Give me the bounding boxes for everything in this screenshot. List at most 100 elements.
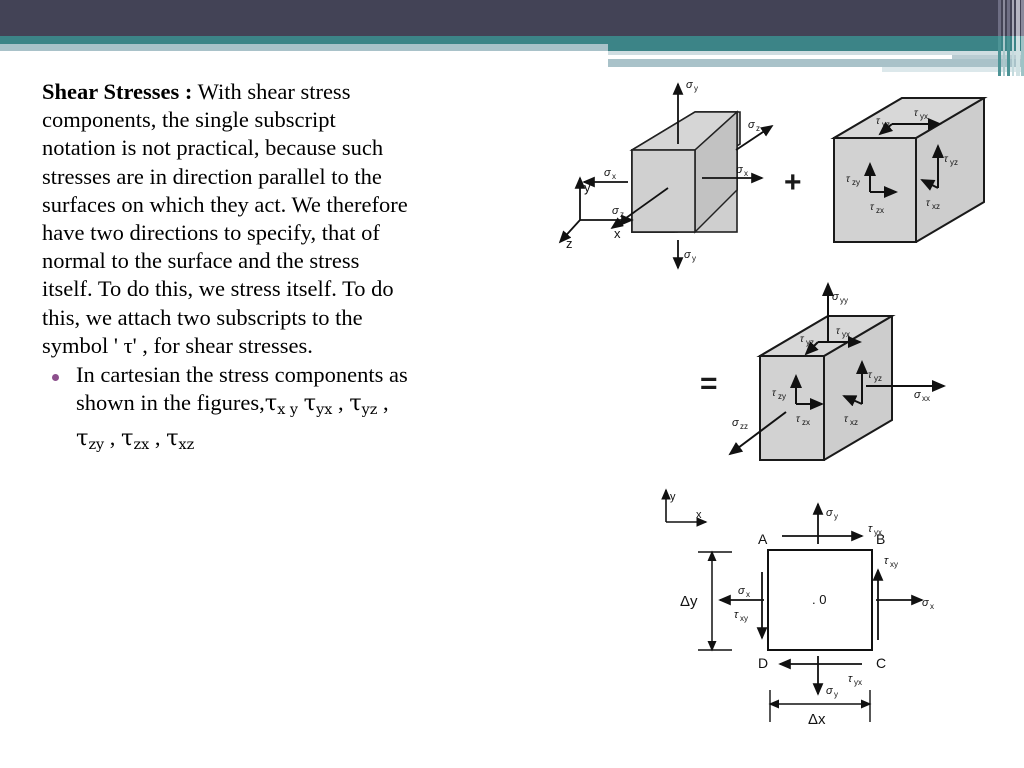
tau-symbol: τ [264, 390, 278, 417]
figure-combined-stress-cube: σ yy σ xx σ zz τ yx τ yz τ zy τ zx τ yz … [726, 280, 986, 470]
header-white-bar-left [0, 59, 608, 67]
svg-text:zy: zy [778, 392, 786, 401]
svg-text:xx: xx [922, 394, 930, 403]
svg-text:zz: zz [740, 422, 748, 431]
svg-text:zx: zx [802, 418, 810, 427]
header-vstripe-teal-3 [1007, 36, 1010, 76]
fig4-corner-c: C [876, 655, 886, 671]
tau-separator: , [149, 425, 167, 451]
paragraph-text: With shear stress components, the single… [42, 79, 408, 358]
svg-text:yz: yz [950, 158, 958, 167]
fig4-axis-label-x: x [696, 509, 702, 521]
tau-symbol: τ [303, 390, 317, 417]
paragraph-heading: Shear Stresses : [42, 79, 193, 104]
svg-text:xy: xy [890, 560, 898, 569]
fig1-label-sigma-y-bottom: σ [684, 249, 691, 261]
fig1-label-sigma-x-left: σ [604, 167, 611, 179]
svg-text:y: y [834, 690, 838, 699]
tau-component-zy: τzy [76, 425, 105, 454]
tau-subscript: yz [361, 402, 378, 419]
svg-text:z: z [620, 210, 624, 219]
svg-text:y: y [834, 512, 838, 521]
header-lightblue-bar-left [0, 44, 608, 51]
fig3-label-sigma-xx: σ [914, 389, 921, 401]
fig1-axis-label-z: z [566, 236, 573, 251]
tau-symbol: τ [349, 390, 362, 417]
tau-subscript: xz [178, 437, 195, 454]
fig4-label-tau-xy-left: τ [734, 609, 739, 621]
fig4-corner-d: D [758, 655, 768, 671]
svg-text:z: z [756, 124, 760, 133]
fig1-axis-label-y: y [584, 180, 591, 195]
tau-component-yx: τyx [303, 390, 333, 418]
tau-component-yz: τyz [349, 390, 378, 419]
shear-stresses-paragraph: Shear Stresses : With shear stress compo… [42, 78, 414, 360]
fig4-dimension-delta-y: Δy [680, 593, 698, 610]
svg-text:yz: yz [874, 374, 882, 383]
svg-text:y: y [692, 254, 696, 263]
tau-separator: , [104, 425, 122, 451]
svg-text:yx: yx [920, 112, 928, 121]
fig4-label-sigma-y-top: σ [826, 507, 833, 519]
cartesian-bullet-item: In cartesian the stress components as sh… [42, 361, 414, 460]
svg-text:xz: xz [850, 418, 858, 427]
header-vstripe-teal-2 [1003, 36, 1005, 76]
svg-text:x: x [746, 590, 750, 599]
header-vstripe-teal-4 [1012, 36, 1014, 76]
fig4-label-sigma-x-right: σ [922, 597, 929, 609]
fig4-label-sigma-x-left: σ [738, 585, 745, 597]
tau-subscript: x y [277, 402, 299, 419]
svg-text:yx: yx [874, 528, 882, 537]
fig1-label-sigma-z-front: σ [612, 205, 619, 217]
svg-text:yx: yx [854, 678, 862, 687]
fig1-label-sigma-x-right: σ [736, 164, 743, 176]
tau-symbol: τ [76, 425, 89, 452]
fig1-label-sigma-y-top: σ [686, 79, 693, 91]
fig4-corner-a: A [758, 531, 768, 547]
svg-text:y: y [694, 84, 698, 93]
fig4-label-sigma-y-bottom: σ [826, 685, 833, 697]
fig4-label-tau-yx-bottom: τ [848, 673, 853, 685]
tau-separator: , [377, 390, 389, 416]
svg-text:yz: yz [806, 338, 814, 347]
fig1-label-sigma-z-back: σ [748, 119, 755, 131]
fig1-axis-label-x: x [614, 226, 621, 241]
header-teal-bar-right [608, 36, 1024, 51]
fig4-dimension-delta-x: Δx [808, 711, 826, 728]
tau-component-zx: τzx [121, 425, 150, 454]
svg-text:xy: xy [740, 614, 748, 623]
svg-text:yz: yz [882, 120, 890, 129]
header-vstripe-teal-5 [1016, 36, 1020, 76]
fig4-axis-label-y: y [670, 491, 676, 503]
svg-text:yx: yx [842, 330, 850, 339]
svg-text:yy: yy [840, 296, 848, 305]
svg-text:zy: zy [852, 178, 860, 187]
header-dark-bar [0, 0, 1024, 36]
tau-subscript: zy [88, 437, 105, 454]
svg-text:x: x [930, 602, 934, 611]
svg-text:x: x [612, 172, 616, 181]
bullet-dot-icon [52, 374, 59, 382]
svg-text:x: x [744, 169, 748, 178]
header-lightblue-bar-right [608, 59, 1024, 67]
stress-figures-group: + = σ y σ y σ x σ x σ z σ z y x z τ yx τ… [520, 72, 1024, 768]
figure-normal-stress-cube: σ y σ y σ x σ x σ z σ z y x z [550, 72, 800, 302]
fig3-label-sigma-yy: σ [832, 291, 839, 303]
tau-subscript: zx [133, 437, 150, 454]
tau-component-xy: τx y [264, 390, 299, 419]
slide-header-decoration [0, 0, 1024, 76]
figure-2d-stress-element: y x A B C D . 0 σ y τ yx σ x τ xy σ x τ … [640, 482, 950, 732]
slide-text-body: Shear Stresses : With shear stress compo… [42, 78, 414, 460]
header-teal-bar-left [0, 36, 608, 44]
tau-symbol: τ [166, 425, 179, 452]
fig4-label-tau-xy-right: τ [884, 555, 889, 567]
svg-text:zx: zx [876, 206, 884, 215]
figure-shear-stress-cube: τ yx τ yz τ zy τ zx τ yz τ xz [818, 84, 1008, 254]
tau-separator: , [332, 390, 350, 416]
fig3-label-sigma-zz: σ [732, 417, 739, 429]
tau-symbol: τ [121, 425, 134, 452]
header-vstripe-teal-1 [998, 36, 1001, 76]
fig4-label-tau-yx-top: τ [868, 523, 873, 535]
equals-operator: = [700, 367, 718, 400]
fig4-center-label: . 0 [812, 592, 826, 607]
